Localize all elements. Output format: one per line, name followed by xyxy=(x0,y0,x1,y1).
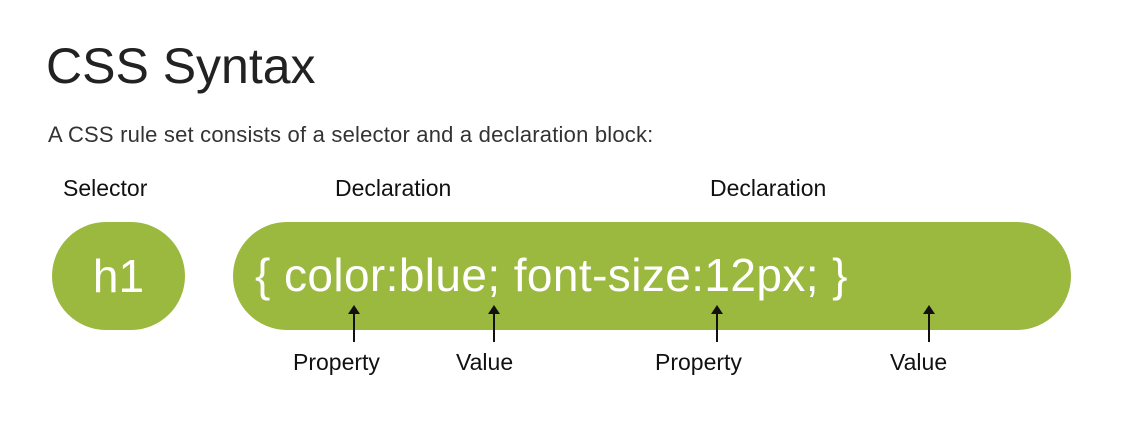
up-arrow-icon xyxy=(488,305,500,342)
value-label-1: Value xyxy=(456,349,514,375)
up-arrow-icon xyxy=(923,305,935,342)
up-arrow-icon xyxy=(711,305,723,342)
selector-label: Selector xyxy=(63,175,148,201)
declaration-label-1: Declaration xyxy=(335,175,452,201)
selector-pill: h1 xyxy=(52,222,185,330)
declaration-label-2: Declaration xyxy=(710,175,827,201)
declaration-block-text: { color:blue; font-size:12px; } xyxy=(255,248,848,301)
selector-text: h1 xyxy=(92,250,145,302)
page-title: CSS Syntax xyxy=(46,38,316,94)
up-arrow-icon xyxy=(348,305,360,342)
property-label-2: Property xyxy=(655,349,742,375)
value-label-2: Value xyxy=(890,349,948,375)
property-label-1: Property xyxy=(293,349,380,375)
subtitle: A CSS rule set consists of a selector an… xyxy=(48,122,654,147)
